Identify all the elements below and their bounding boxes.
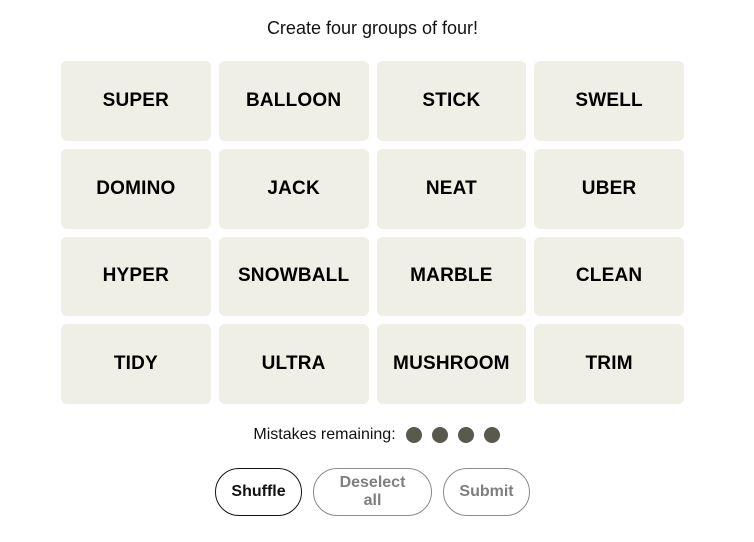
shuffle-button[interactable]: Shuffle: [215, 468, 302, 516]
word-tile[interactable]: DOMINO: [61, 148, 211, 229]
word-tile[interactable]: CLEAN: [534, 236, 684, 317]
game-controls: Shuffle Deselect all Submit: [215, 468, 530, 516]
word-tile[interactable]: ULTRA: [218, 324, 369, 404]
word-grid: SUPER BALLOON STICK SWELL DOMINO JACK NE…: [61, 61, 684, 404]
word-tile[interactable]: SWELL: [534, 61, 684, 141]
mistake-dots: [405, 427, 500, 443]
word-tile[interactable]: STICK: [376, 61, 527, 141]
mistakes-remaining: Mistakes remaining:: [0, 426, 745, 444]
mistake-dot: [457, 427, 474, 443]
word-tile[interactable]: HYPER: [61, 236, 211, 317]
mistake-dot: [405, 427, 422, 443]
word-tile[interactable]: NEAT: [376, 148, 527, 229]
instructions-text: Create four groups of four!: [266, 18, 479, 38]
word-tile[interactable]: SNOWBALL: [218, 236, 369, 317]
word-tile[interactable]: JACK: [218, 148, 369, 229]
word-tile[interactable]: UBER: [534, 148, 684, 229]
submit-button[interactable]: Submit: [443, 468, 530, 516]
word-tile[interactable]: SUPER: [61, 61, 211, 141]
mistakes-label: Mistakes remaining:: [253, 426, 396, 443]
word-tile[interactable]: MUSHROOM: [376, 324, 527, 404]
deselect-all-button[interactable]: Deselect all: [313, 468, 432, 516]
word-tile[interactable]: TIDY: [61, 324, 211, 404]
mistake-dot: [431, 427, 448, 443]
mistake-dot: [483, 427, 500, 443]
word-tile[interactable]: TRIM: [534, 324, 684, 404]
word-tile[interactable]: BALLOON: [218, 61, 369, 141]
word-tile[interactable]: MARBLE: [376, 236, 527, 317]
